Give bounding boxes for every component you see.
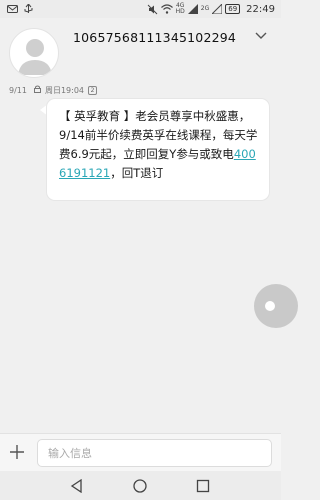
message-date: 9/11	[9, 85, 27, 95]
signal-icon	[187, 3, 198, 15]
lock-icon	[33, 85, 41, 95]
signal2-icon	[212, 3, 223, 15]
message-meta: 9/11 周日19:04 2	[9, 84, 98, 96]
back-icon[interactable]	[68, 477, 86, 495]
assist-dot-icon	[265, 301, 275, 311]
status-right-icons: 4G HD 2G 69 22:49	[147, 3, 275, 15]
status-left-icons	[7, 3, 33, 15]
recent-apps-icon[interactable]	[194, 477, 212, 495]
message-text-tail: ，回T退订	[110, 166, 164, 180]
message-text: 【 英孚教育 】老会员尊享中秋盛惠，9/14前半价续费英孚在线课程，每天学费6.…	[59, 109, 258, 161]
conversation-header: 10657568111345102294	[0, 18, 281, 80]
network2-type-label: 2G	[200, 5, 210, 12]
avatar-person-icon	[18, 39, 52, 75]
compose-bar	[0, 433, 281, 471]
contact-avatar[interactable]	[9, 28, 59, 78]
message-bubble[interactable]: 【 英孚教育 】老会员尊享中秋盛惠，9/14前半价续费英孚在线课程，每天学费6.…	[47, 99, 269, 200]
contact-phone-number: 10657568111345102294	[73, 30, 237, 45]
home-icon[interactable]	[131, 477, 149, 495]
usb-icon	[24, 3, 33, 15]
battery-indicator: 69	[225, 4, 241, 14]
status-time: 22:49	[246, 3, 275, 15]
mute-icon	[147, 3, 158, 15]
chevron-down-icon[interactable]	[254, 30, 268, 42]
message-input[interactable]	[37, 439, 272, 467]
message-notification-icon	[7, 3, 18, 15]
status-bar: 4G HD 2G 69 22:49	[0, 0, 281, 18]
wifi-icon	[160, 3, 173, 15]
network-type-label: 4G HD	[175, 2, 185, 15]
plus-icon[interactable]	[9, 444, 25, 460]
message-timestamp: 周日19:04	[44, 85, 85, 95]
floating-assist-button[interactable]	[254, 284, 298, 328]
sim-slot-badge: 2	[88, 85, 98, 95]
navigation-bar	[0, 471, 281, 500]
